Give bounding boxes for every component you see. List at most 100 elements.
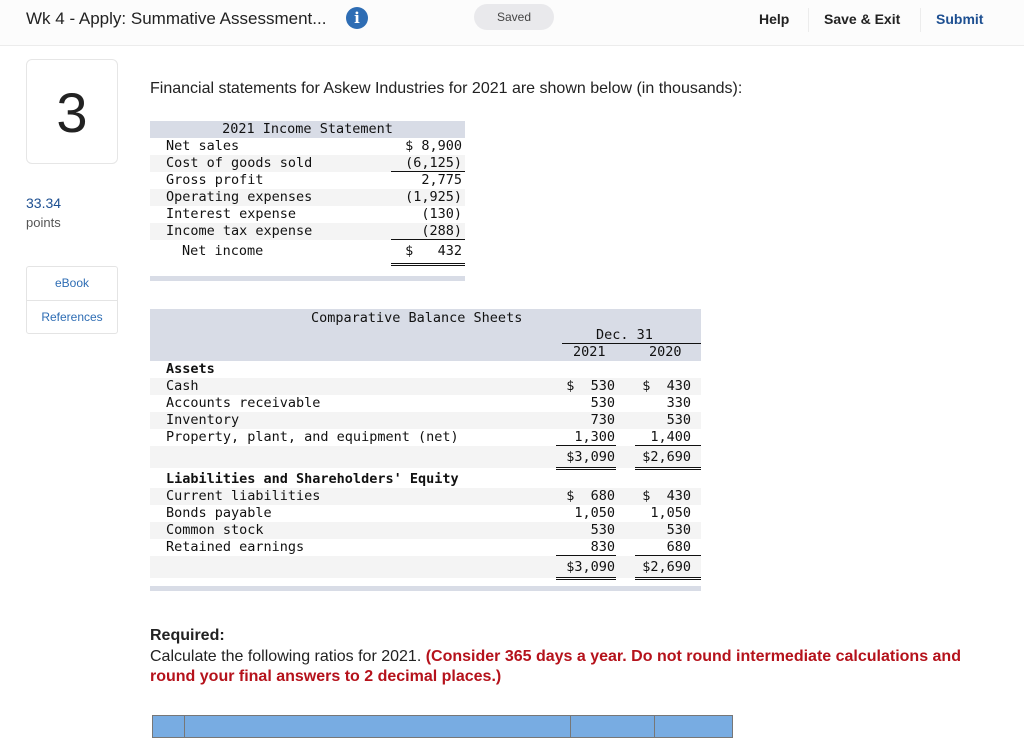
total-2020: $2,690 bbox=[642, 559, 691, 575]
table-row: Retained earnings 830 680 bbox=[150, 539, 701, 556]
balance-sheet-header: Comparative Balance Sheets Dec. 31 2021 … bbox=[150, 309, 701, 361]
header-cell bbox=[655, 716, 732, 737]
row-label: Cost of goods sold bbox=[166, 155, 313, 171]
question-intro: Financial statements for Askew Industrie… bbox=[150, 80, 743, 97]
table-row: Net sales $ 8,900 bbox=[150, 138, 465, 155]
balance-sheet: Comparative Balance Sheets Dec. 31 2021 … bbox=[150, 309, 701, 591]
resource-links: eBook References bbox=[26, 266, 118, 334]
info-icon[interactable]: i bbox=[346, 7, 368, 29]
table-row: Bonds payable 1,050 1,050 bbox=[150, 505, 701, 522]
row-label: Gross profit bbox=[166, 172, 264, 188]
table-row: Operating expenses (1,925) bbox=[150, 189, 465, 206]
total-row: $3,090 $2,690 bbox=[150, 556, 701, 580]
income-statement: 2021 Income Statement Net sales $ 8,900 … bbox=[150, 121, 465, 281]
row-value: (288) bbox=[421, 223, 462, 239]
saved-status-badge: Saved bbox=[474, 4, 554, 30]
table-row: Net income $ 432 bbox=[150, 240, 465, 266]
table-row: Common stock 530 530 bbox=[150, 522, 701, 539]
value-2021: 730 bbox=[590, 412, 615, 428]
row-label: Property, plant, and equipment (net) bbox=[166, 429, 459, 445]
total-2021: $3,090 bbox=[566, 449, 615, 465]
row-label: Current liabilities bbox=[166, 488, 321, 504]
value-2021: 830 bbox=[590, 539, 615, 555]
header-cell bbox=[153, 716, 185, 737]
period-label: Dec. 31 bbox=[596, 327, 653, 343]
table-row: Cash $ 530 $ 430 bbox=[150, 378, 701, 395]
required-instructions: Calculate the following ratios for 2021.… bbox=[150, 647, 1010, 687]
required-text: Calculate the following ratios for 2021. bbox=[150, 648, 426, 665]
value-2020: 1,400 bbox=[650, 429, 691, 445]
row-label: Inventory bbox=[166, 412, 240, 428]
double-underline bbox=[391, 263, 465, 266]
value-2021: $ 530 bbox=[566, 378, 615, 394]
income-statement-title: 2021 Income Statement bbox=[150, 121, 465, 138]
double-underline bbox=[556, 577, 616, 580]
double-underline bbox=[635, 577, 701, 580]
submit-button[interactable]: Submit bbox=[936, 11, 983, 27]
section-heading-row: Assets bbox=[150, 361, 701, 378]
table-row: Accounts receivable 530 330 bbox=[150, 395, 701, 412]
top-bar: Wk 4 - Apply: Summative Assessment... i … bbox=[0, 0, 1024, 46]
table-footer-bar bbox=[150, 276, 465, 281]
table-row: Current liabilities $ 680 $ 430 bbox=[150, 488, 701, 505]
row-value: $ 432 bbox=[405, 243, 462, 259]
row-value: (1,925) bbox=[405, 189, 462, 205]
table-row: Cost of goods sold (6,125) bbox=[150, 155, 465, 172]
value-2021: 1,050 bbox=[574, 505, 615, 521]
assets-heading: Assets bbox=[166, 361, 215, 377]
question-number: 3 bbox=[26, 59, 118, 164]
value-2020: 330 bbox=[666, 395, 691, 411]
value-2020: 1,050 bbox=[650, 505, 691, 521]
points-value: 33.34 bbox=[26, 195, 62, 211]
value-2021: 530 bbox=[590, 522, 615, 538]
help-button[interactable]: Help bbox=[759, 11, 789, 27]
row-label: Common stock bbox=[166, 522, 264, 538]
row-label: Interest expense bbox=[166, 206, 297, 222]
assignment-title: Wk 4 - Apply: Summative Assessment... bbox=[26, 9, 327, 28]
nav-divider bbox=[920, 8, 921, 32]
row-label: Retained earnings bbox=[166, 539, 305, 555]
save-exit-button[interactable]: Save & Exit bbox=[824, 11, 900, 27]
required-heading: Required: bbox=[150, 627, 225, 644]
row-value: $ 8,900 bbox=[405, 138, 462, 154]
header-cell bbox=[185, 716, 571, 737]
references-link[interactable]: References bbox=[27, 300, 117, 333]
row-label: Bonds payable bbox=[166, 505, 272, 521]
table-row: Interest expense (130) bbox=[150, 206, 465, 223]
total-row: $3,090 $2,690 bbox=[150, 446, 701, 470]
row-label: Cash bbox=[166, 378, 199, 394]
ratio-table-header bbox=[152, 715, 733, 738]
total-2021: $3,090 bbox=[566, 559, 615, 575]
row-value: 2,775 bbox=[421, 172, 462, 188]
value-2020: 530 bbox=[666, 412, 691, 428]
balance-sheet-title: Comparative Balance Sheets bbox=[311, 310, 523, 326]
value-2021: $ 680 bbox=[566, 488, 615, 504]
year-header-2021: 2021 bbox=[573, 344, 606, 360]
value-2021: 1,300 bbox=[574, 429, 615, 445]
value-2020: $ 430 bbox=[642, 488, 691, 504]
row-value: (6,125) bbox=[405, 155, 462, 171]
table-row: Gross profit 2,775 bbox=[150, 172, 465, 189]
points-label: points bbox=[26, 215, 61, 230]
nav-divider bbox=[808, 8, 809, 32]
year-header-2020: 2020 bbox=[649, 344, 682, 360]
row-label: Net income bbox=[182, 243, 264, 259]
row-value: (130) bbox=[421, 206, 462, 222]
ebook-link[interactable]: eBook bbox=[27, 267, 117, 300]
header-cell bbox=[571, 716, 655, 737]
value-2020: 530 bbox=[666, 522, 691, 538]
row-label: Accounts receivable bbox=[166, 395, 321, 411]
double-underline bbox=[635, 467, 701, 470]
value-2020: $ 430 bbox=[642, 378, 691, 394]
table-row: Property, plant, and equipment (net) 1,3… bbox=[150, 429, 701, 446]
row-label: Net sales bbox=[166, 138, 240, 154]
table-footer-bar bbox=[150, 586, 701, 591]
value-2021: 530 bbox=[590, 395, 615, 411]
row-label: Operating expenses bbox=[166, 189, 313, 205]
liabilities-heading: Liabilities and Shareholders' Equity bbox=[166, 471, 459, 487]
section-heading-row: Liabilities and Shareholders' Equity bbox=[150, 471, 701, 488]
total-2020: $2,690 bbox=[642, 449, 691, 465]
table-row: Inventory 730 530 bbox=[150, 412, 701, 429]
row-label: Income tax expense bbox=[166, 223, 313, 239]
table-row: Income tax expense (288) bbox=[150, 223, 465, 240]
